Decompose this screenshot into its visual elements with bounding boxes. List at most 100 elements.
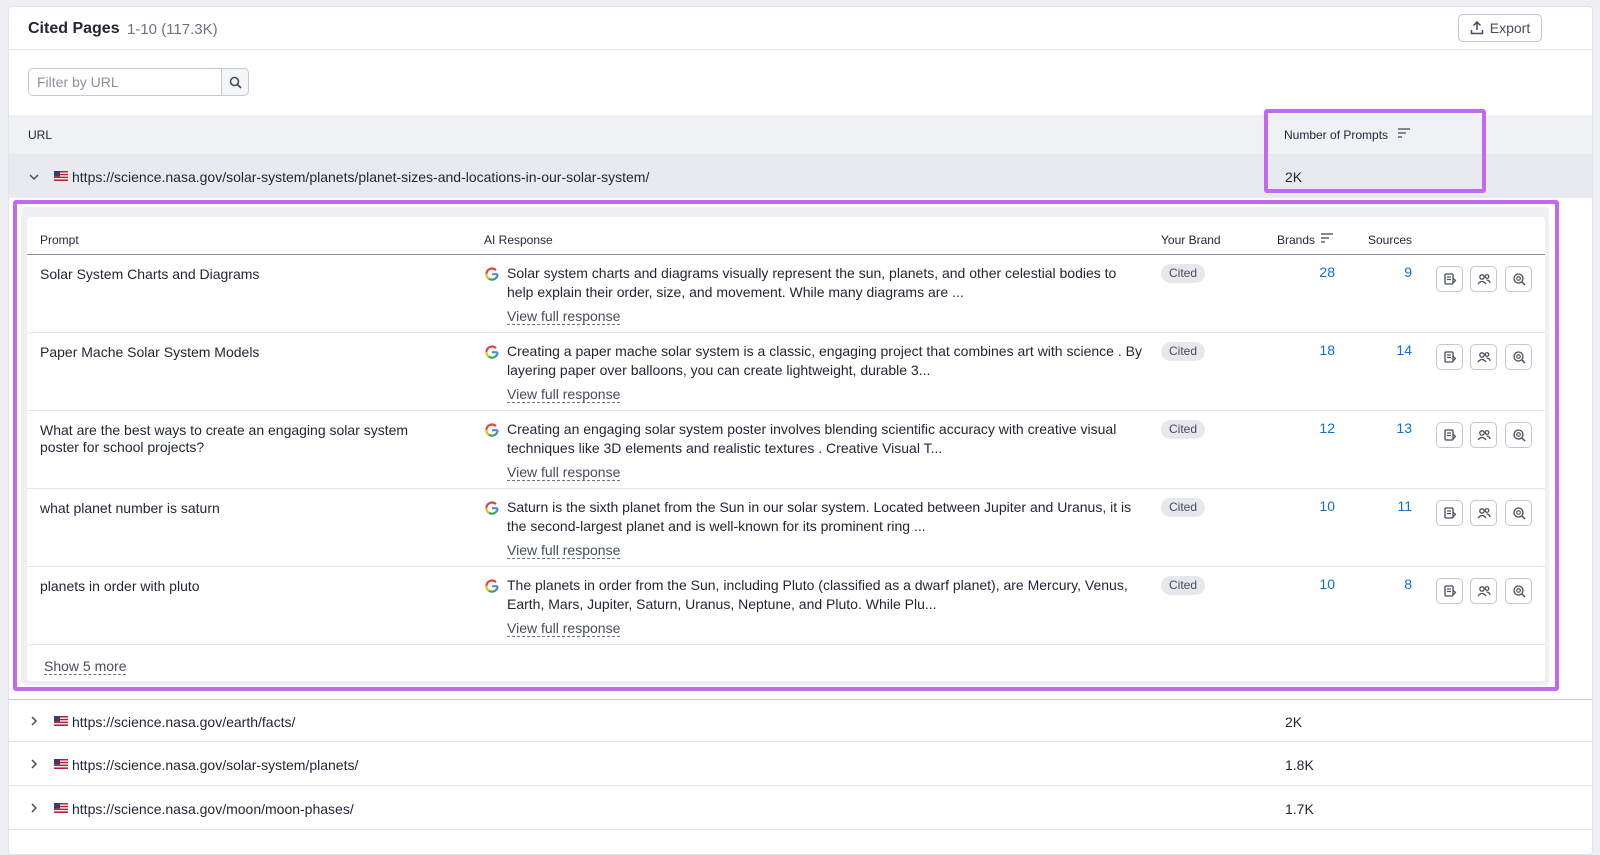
prompt-row: Solar System Charts and Diagrams Solar s… [27,255,1545,333]
prompt-table: Prompt AI Response Your Brand Brands Sou… [27,217,1545,681]
competitors-button[interactable] [1470,344,1497,370]
row-prompts-count: 2K [1285,714,1303,730]
chevron-down-icon[interactable] [28,171,40,183]
sources-count[interactable]: 13 [1372,420,1412,436]
view-full-response-link[interactable]: View full response [507,542,621,559]
zoom-icon [1512,585,1526,598]
analyze-button[interactable] [1505,344,1532,370]
export-label: Export [1489,20,1531,36]
row-url[interactable]: https://science.nasa.gov/solar-system/pl… [72,169,649,185]
google-icon [485,267,499,281]
export-icon [1470,21,1484,35]
sources-count[interactable]: 8 [1372,576,1412,592]
view-response-button[interactable] [1436,422,1463,448]
google-icon [485,501,499,515]
chevron-right-icon[interactable] [28,758,40,770]
sources-count[interactable]: 11 [1372,498,1412,514]
zoom-icon [1512,351,1526,364]
view-response-button[interactable] [1436,500,1463,526]
prompt-row: What are the best ways to create an enga… [27,411,1545,489]
status-badge: Cited [1161,342,1206,361]
row-prompts-count: 1.7K [1285,801,1314,817]
export-button[interactable]: Export [1458,14,1542,42]
ai-response-text: Creating a paper mache solar system is a… [507,343,1142,378]
sub-col-prompt: Prompt [40,233,79,247]
view-response-button[interactable] [1436,266,1463,292]
ai-response-text: The planets in order from the Sun, inclu… [507,577,1128,612]
status-badge: Cited [1161,498,1206,517]
prompt-text: What are the best ways to create an enga… [40,422,409,455]
status-badge: Cited [1161,576,1206,595]
url-row[interactable]: https://science.nasa.gov/moon/moon-phase… [9,787,1592,830]
table-header: URL Number of Prompts [9,115,1592,155]
analyze-button[interactable] [1505,266,1532,292]
brands-count[interactable]: 10 [1295,576,1335,592]
ai-response-text: Solar system charts and diagrams visuall… [507,265,1117,300]
google-icon [485,579,499,593]
brands-count[interactable]: 10 [1295,498,1335,514]
col-prompts-header[interactable]: Number of Prompts [1284,128,1388,142]
view-full-response-link[interactable]: View full response [507,620,621,637]
competitors-button[interactable] [1470,422,1497,448]
sub-col-brands[interactable]: Brands [1277,233,1315,247]
row-url[interactable]: https://science.nasa.gov/moon/moon-phase… [72,801,354,817]
prompt-text: Solar System Charts and Diagrams [40,266,260,282]
search-icon [229,76,242,89]
prompt-row: what planet number is saturn Saturn is t… [27,489,1545,567]
sort-icon[interactable] [1398,127,1410,139]
zoom-icon [1512,429,1526,442]
row-url[interactable]: https://science.nasa.gov/earth/facts/ [72,714,295,730]
sources-count[interactable]: 14 [1372,342,1412,358]
view-full-response-link[interactable]: View full response [507,386,621,403]
analyze-button[interactable] [1505,422,1532,448]
competitors-button[interactable] [1470,578,1497,604]
document-icon [1443,351,1456,363]
url-row[interactable]: https://science.nasa.gov/solar-system/pl… [9,743,1592,786]
brands-count[interactable]: 28 [1295,264,1335,280]
filter-url-input[interactable] [28,68,222,96]
sort-icon[interactable] [1321,232,1333,244]
document-icon [1443,273,1456,285]
url-row[interactable]: https://science.nasa.gov/earth/facts/ 2K [9,699,1592,742]
us-flag-icon [54,759,68,769]
chevron-right-icon[interactable] [28,802,40,814]
us-flag-icon [54,803,68,813]
competitors-button[interactable] [1470,500,1497,526]
chevron-right-icon[interactable] [28,715,40,727]
row-prompts-count: 1.8K [1285,757,1314,773]
result-range: 1-10 (117.3K) [127,21,218,38]
competitors-button[interactable] [1470,266,1497,292]
sources-count[interactable]: 9 [1372,264,1412,280]
users-icon [1476,586,1491,597]
ai-response-text: Saturn is the sixth planet from the Sun … [507,499,1132,534]
row-prompts-count: 2K [1285,169,1303,185]
status-badge: Cited [1161,264,1206,283]
users-icon [1476,508,1491,519]
brands-count[interactable]: 18 [1295,342,1335,358]
users-icon [1476,430,1491,441]
sub-col-your-brand: Your Brand [1161,233,1221,247]
view-full-response-link[interactable]: View full response [507,464,621,481]
brands-count[interactable]: 12 [1295,420,1335,436]
google-icon [485,423,499,437]
document-icon [1443,585,1456,597]
analyze-button[interactable] [1505,578,1532,604]
prompt-row: Paper Mache Solar System Models Creating… [27,333,1545,411]
row-url[interactable]: https://science.nasa.gov/solar-system/pl… [72,757,358,773]
prompt-text: what planet number is saturn [40,500,220,516]
view-response-button[interactable] [1436,344,1463,370]
us-flag-icon [54,716,68,726]
col-url-header: URL [28,128,53,142]
view-response-button[interactable] [1436,578,1463,604]
show-more-link[interactable]: Show 5 more [44,658,127,675]
search-button[interactable] [222,68,249,96]
status-badge: Cited [1161,420,1206,439]
sub-col-sources: Sources [1368,233,1413,247]
view-full-response-link[interactable]: View full response [507,308,621,325]
expanded-url-row[interactable]: https://science.nasa.gov/solar-system/pl… [9,155,1592,198]
document-icon [1443,429,1456,441]
google-icon [485,345,499,359]
ai-response-text: Creating an engaging solar system poster… [507,421,1117,456]
us-flag-icon [54,171,68,181]
analyze-button[interactable] [1505,500,1532,526]
